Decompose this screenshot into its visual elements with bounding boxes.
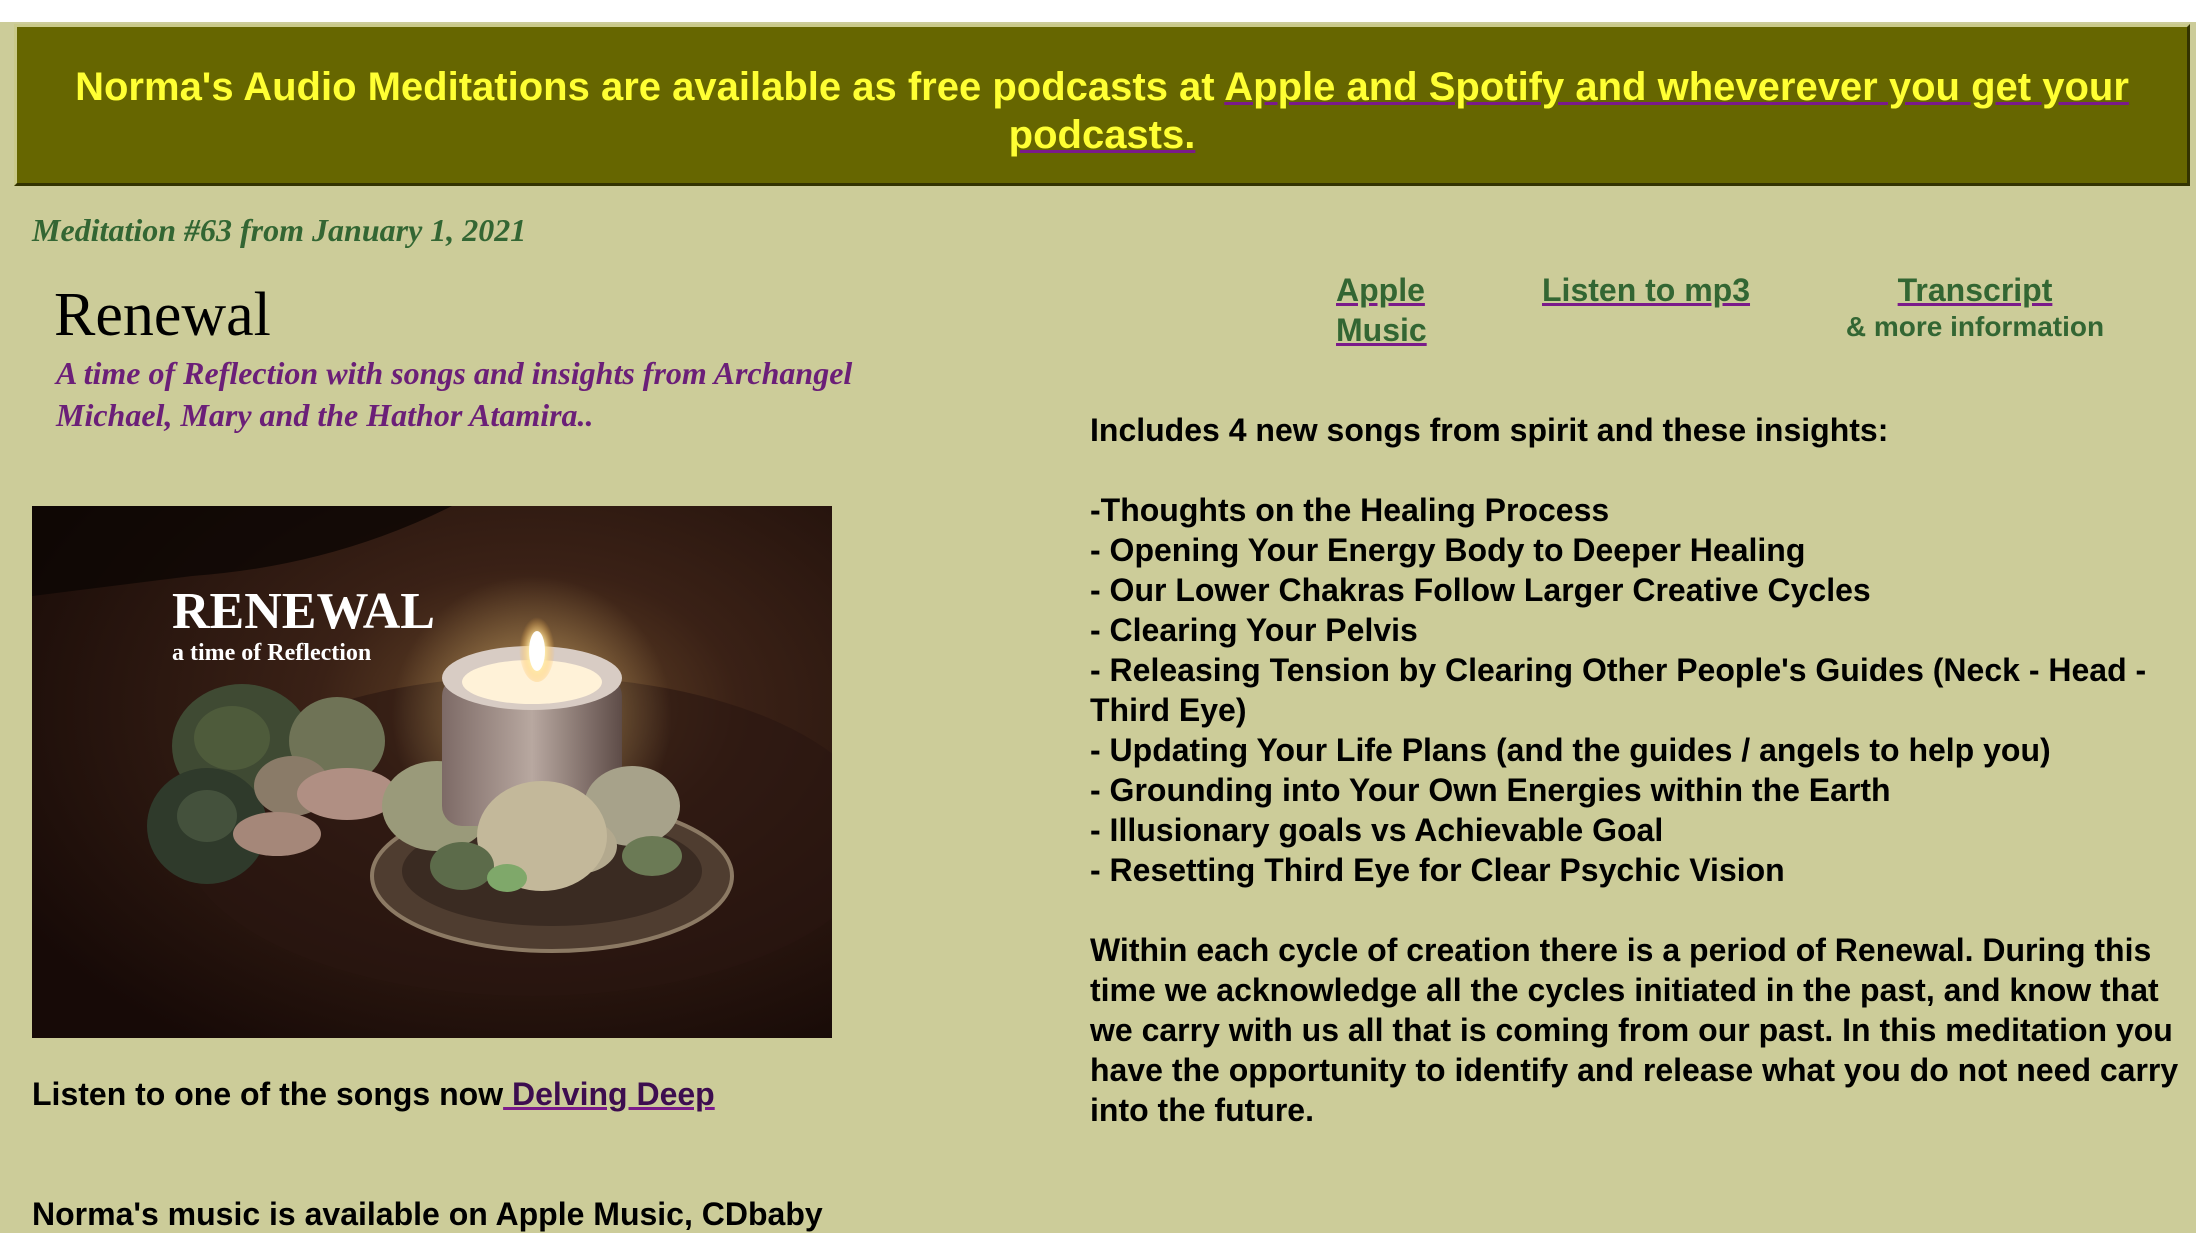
insight-item: - Updating Your Life Plans (and the guid… — [1090, 732, 2051, 768]
image-subtitle: a time of Reflection — [172, 640, 371, 666]
insight-item: - Illusionary goals vs Achievable Goal — [1090, 812, 1664, 848]
insight-item: - Releasing Tension by Clearing Other Pe… — [1090, 652, 2147, 728]
apple-music-link[interactable]: Apple Music — [1336, 272, 1427, 348]
insights-list: -Thoughts on the Healing Process - Openi… — [1090, 490, 2190, 890]
insight-item: - Opening Your Energy Body to Deeper Hea… — [1090, 532, 1806, 568]
apple-music-block: Apple Music — [1336, 270, 1466, 350]
meditation-details: Includes 4 new songs from spirit and the… — [1090, 410, 2190, 1130]
music-availability-text: Norma's music is available on Apple Musi… — [32, 1196, 823, 1232]
listen-text: Listen to one of the songs now — [32, 1076, 504, 1112]
insights-intro: Includes 4 new songs from spirit and the… — [1090, 412, 1889, 448]
insight-item: - Clearing Your Pelvis — [1090, 612, 1418, 648]
insight-item: - Resetting Third Eye for Clear Psychic … — [1090, 852, 1785, 888]
delving-deep-link[interactable]: Delving Deep — [503, 1076, 715, 1112]
podcast-banner: Norma's Audio Meditations are available … — [14, 24, 2190, 186]
insight-item: - Our Lower Chakras Follow Larger Creati… — [1090, 572, 1871, 608]
description-text: Within each cycle of creation there is a… — [1090, 932, 2179, 1128]
page-subtitle: A time of Reflection with songs and insi… — [56, 355, 853, 433]
mp3-block: Listen to mp3 — [1542, 270, 1750, 310]
transcript-link[interactable]: Transcript — [1898, 272, 2053, 308]
insight-item: - Grounding into Your Own Energies withi… — [1090, 772, 1891, 808]
banner-text: Norma's Audio Meditations are available … — [75, 65, 1225, 109]
image-title: RENEWAL — [172, 583, 435, 640]
listen-mp3-link[interactable]: Listen to mp3 — [1542, 272, 1750, 308]
page-title: Renewal — [54, 281, 271, 349]
meditation-date: Meditation #63 from January 1, 2021 — [32, 212, 527, 248]
renewal-candle-image: RENEWAL a time of Reflection — [32, 506, 832, 1038]
insight-item: -Thoughts on the Healing Process — [1090, 492, 1610, 528]
listen-line: Listen to one of the songs now Delving D… — [32, 1076, 715, 1113]
transcript-block: Transcript & more information — [1830, 270, 2120, 344]
browser-top-strip — [0, 0, 2196, 22]
transcript-subtext: & more information — [1845, 311, 2105, 342]
